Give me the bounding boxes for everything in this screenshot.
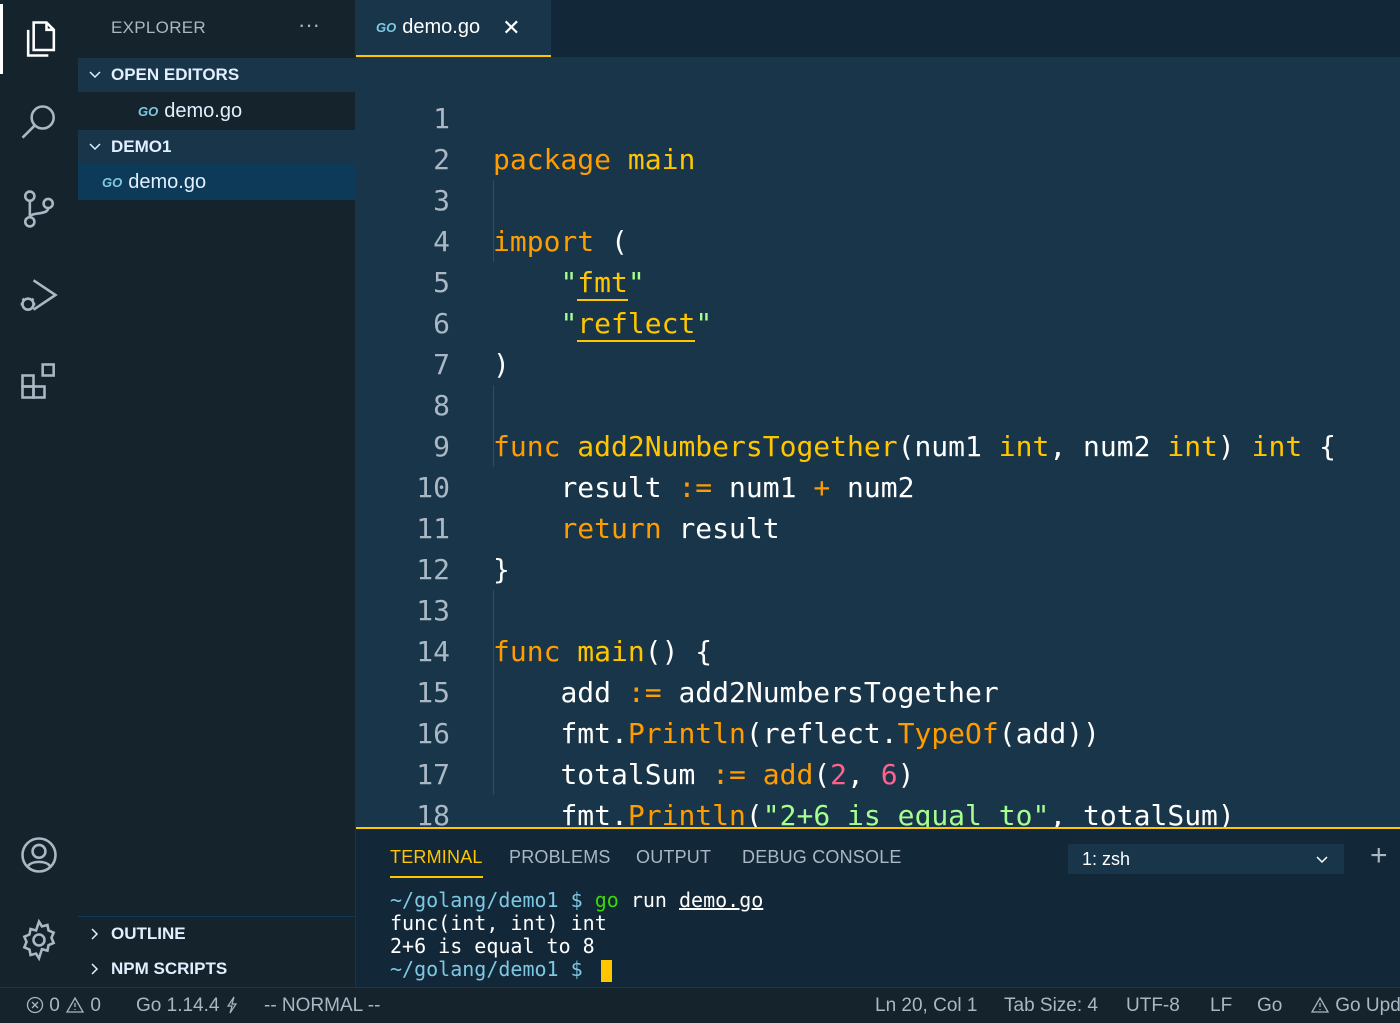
code-line: 15 fmt.Println(reflect.TypeOf(add)) <box>356 631 1400 750</box>
code-line: 17 fmt.Println("2+6 is equal to", totalS… <box>356 713 1400 827</box>
go-file-icon: GO <box>376 20 397 35</box>
code-editor[interactable]: 1 package main 2 3 import ( 4 "fmt" 5 "r… <box>356 57 1400 827</box>
chevron-right-icon <box>91 963 99 975</box>
new-terminal-button[interactable]: + <box>1370 839 1388 873</box>
line-ending[interactable]: LF <box>1210 995 1232 1017</box>
outline-label: OUTLINE <box>111 924 186 943</box>
go-file-icon: GO <box>138 103 159 119</box>
code-line: 16 totalSum := add(2, 6) <box>356 672 1400 791</box>
code-line: 4 "fmt" <box>356 180 1400 301</box>
status-bar: 0 0 Go 1.14.4 -- NORMAL -- Ln 20, Col 1 … <box>0 987 1400 1023</box>
prompt-path: ~/golang/demo1 $ <box>390 957 595 981</box>
command-run: run <box>618 888 680 912</box>
activity-bar <box>0 0 79 987</box>
prompt-path: ~/golang/demo1 $ <box>390 888 595 912</box>
chevron-down-icon <box>89 143 101 151</box>
vim-mode: -- NORMAL -- <box>264 995 381 1016</box>
folder-demo1-section[interactable]: DEMO1 <box>78 130 355 164</box>
tab-debug-console[interactable]: DEBUG CONSOLE <box>742 847 902 868</box>
open-editors-section[interactable]: OPEN EDITORS <box>78 58 355 92</box>
run-debug-icon[interactable] <box>0 260 78 330</box>
tab-bar: GO demo.go ✕ <box>356 0 1400 57</box>
more-actions-button[interactable]: ··· <box>298 12 320 38</box>
folder-filename: demo.go <box>128 170 207 193</box>
code-line: 13 func main() { <box>356 549 1400 668</box>
explorer-title: EXPLORER <box>111 18 206 37</box>
go-update-status[interactable]: Go Upd <box>1310 995 1400 1017</box>
tab-demo-go[interactable]: GO demo.go ✕ <box>356 0 551 57</box>
explorer-sidebar: EXPLORER ··· OPEN EDITORS GO demo.go DEM… <box>78 0 355 987</box>
source-control-icon[interactable] <box>0 174 78 244</box>
code-line: 7 <box>356 303 1400 381</box>
open-editor-filename: demo.go <box>164 99 243 122</box>
code-line: 11 } <box>356 467 1400 586</box>
language-mode[interactable]: Go <box>1257 995 1282 1017</box>
go-file-icon: GO <box>102 174 123 190</box>
code-line: 5 "reflect" <box>356 221 1400 342</box>
npm-scripts-section[interactable]: NPM SCRIPTS <box>78 952 355 986</box>
code-line: 6 ) <box>356 262 1400 381</box>
lightning-icon <box>226 996 237 1014</box>
chevron-down-icon <box>1316 856 1328 864</box>
terminal-output[interactable]: ~/golang/demo1 $ go run demo.go func(int… <box>390 889 763 982</box>
editor-area: GO demo.go ✕ 1 package main 2 3 import (… <box>356 0 1400 827</box>
code-line: 14 add := add2NumbersTogether <box>356 590 1400 709</box>
go-version[interactable]: Go 1.14.4 <box>136 995 239 1017</box>
code-line: 8 func add2NumbersTogether(num1 int, num… <box>356 344 1400 463</box>
open-editors-label: OPEN EDITORS <box>111 65 240 84</box>
folder-label: DEMO1 <box>111 137 172 156</box>
account-icon[interactable] <box>0 820 78 890</box>
cursor-position[interactable]: Ln 20, Col 1 <box>875 995 977 1017</box>
code-line: 10 return result <box>356 426 1400 545</box>
bottom-panel: TERMINAL PROBLEMS OUTPUT DEBUG CONSOLE 1… <box>356 827 1400 987</box>
tab-terminal[interactable]: TERMINAL <box>390 847 483 878</box>
tab-label: demo.go <box>402 16 481 38</box>
problems-status[interactable]: 0 0 <box>26 995 101 1017</box>
terminal-select[interactable]: 1: zsh <box>1068 844 1344 874</box>
terminal-select-value: 1: zsh <box>1082 848 1131 869</box>
extensions-icon[interactable] <box>0 346 78 416</box>
code-line: 18 <box>356 754 1400 827</box>
npm-scripts-label: NPM SCRIPTS <box>111 959 228 978</box>
close-icon[interactable]: ✕ <box>502 15 520 41</box>
encoding[interactable]: UTF-8 <box>1126 995 1180 1017</box>
outline-section[interactable]: OUTLINE <box>78 916 355 951</box>
warning-icon <box>66 996 85 1013</box>
code-line: 19 } <box>356 795 1400 827</box>
chevron-right-icon <box>91 928 99 940</box>
code-line: 2 <box>356 98 1400 176</box>
open-editor-file[interactable]: GO demo.go <box>78 93 355 129</box>
code-line: 9 result := num1 + num2 <box>356 385 1400 504</box>
chevron-down-icon <box>89 71 101 79</box>
settings-gear-icon[interactable] <box>0 905 78 975</box>
command-file: demo.go <box>679 888 764 912</box>
command-go: go <box>594 888 619 912</box>
output-line: func(int, int) int <box>390 911 607 935</box>
files-icon[interactable] <box>0 4 78 74</box>
tab-problems[interactable]: PROBLEMS <box>509 847 611 868</box>
folder-file[interactable]: GO demo.go <box>78 164 355 200</box>
code-line: 3 import ( <box>356 139 1400 258</box>
tab-output[interactable]: OUTPUT <box>636 847 711 868</box>
output-line: 2+6 is equal to 8 <box>390 934 595 958</box>
warning-icon <box>1310 996 1330 1013</box>
code-line: 12 <box>356 508 1400 586</box>
terminal-cursor <box>600 959 612 982</box>
search-icon[interactable] <box>0 88 78 158</box>
tab-size[interactable]: Tab Size: 4 <box>1004 995 1098 1017</box>
error-icon <box>26 996 44 1014</box>
code-line: 1 package main <box>356 57 1400 176</box>
